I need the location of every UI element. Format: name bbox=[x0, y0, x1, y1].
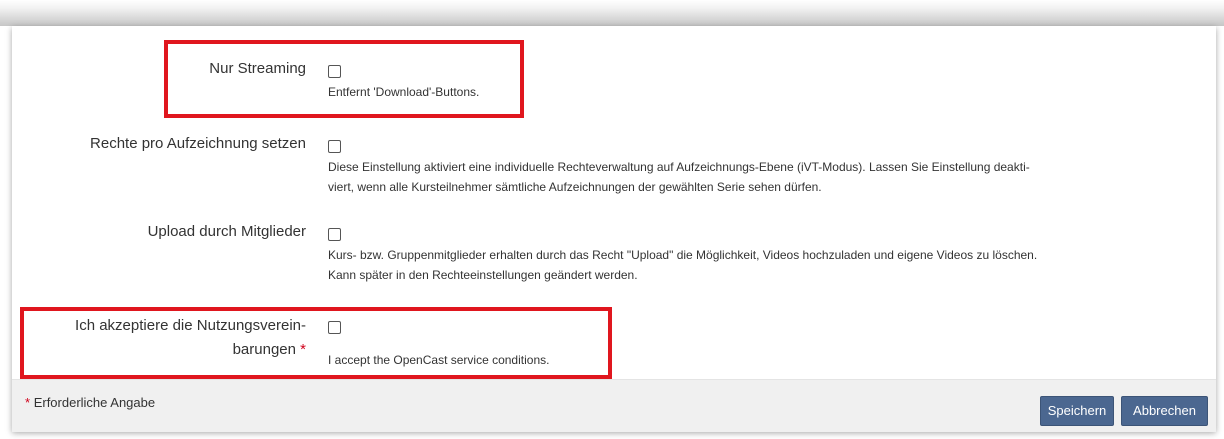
field-info-rechte-pro-aufzeichnung: Diese Einstellung aktiviert eine individ… bbox=[328, 157, 1196, 197]
settings-form: Nur Streaming Entfernt 'Download'-Button… bbox=[12, 26, 1216, 432]
checkbox-upload-durch-mitglieder[interactable] bbox=[328, 228, 341, 241]
cancel-button[interactable]: Abbrechen bbox=[1121, 396, 1208, 426]
form-footer: * Erforderliche Angabe Speichern Abbrech… bbox=[12, 379, 1216, 432]
required-note: * Erforderliche Angabe bbox=[25, 395, 155, 410]
highlight-box-nur-streaming bbox=[164, 40, 524, 118]
field-info-line: Diese Einstellung aktiviert eine individ… bbox=[328, 160, 1030, 174]
save-button[interactable]: Speichern bbox=[1040, 396, 1114, 426]
field-info-line: viert, wenn alle Kursteilnehmer sämtlich… bbox=[328, 180, 822, 194]
field-info-line: Kann später in den Rechteeinstellungen g… bbox=[328, 268, 638, 282]
field-info-line: Kurs- bzw. Gruppenmitglieder erhalten du… bbox=[328, 248, 1038, 262]
required-note-text: Erforderliche Angabe bbox=[33, 395, 156, 410]
field-label-rechte-pro-aufzeichnung: Rechte pro Aufzeichnung setzen bbox=[90, 135, 306, 152]
field-info-upload-durch-mitglieder: Kurs- bzw. Gruppenmitglieder erhalten du… bbox=[328, 245, 1196, 285]
page-top-shadow bbox=[0, 0, 1224, 26]
checkbox-rechte-pro-aufzeichnung[interactable] bbox=[328, 140, 341, 153]
field-label-upload-durch-mitglieder: Upload durch Mitglieder bbox=[147, 223, 306, 240]
highlight-box-nutzungsvereinbarungen bbox=[20, 307, 612, 379]
required-marker: * bbox=[25, 395, 31, 410]
